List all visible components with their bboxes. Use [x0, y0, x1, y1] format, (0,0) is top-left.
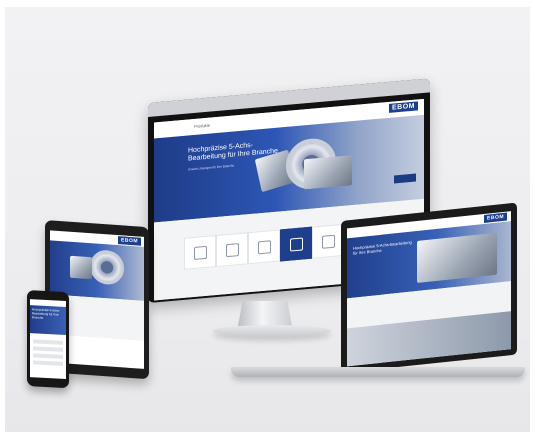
tile-machine[interactable]	[280, 226, 312, 262]
list-item[interactable]	[33, 346, 63, 352]
monitor-stand-foot	[213, 325, 331, 337]
list-item[interactable]	[33, 360, 63, 366]
tile-medical[interactable]	[312, 223, 344, 259]
hero-subtitle: Unsere Lösungen für Ihre Branche	[188, 163, 235, 172]
product-mockup-scene: Produkte EBOM Hochpräzise 5-Achs-Bearbei…	[5, 7, 530, 432]
laptop: EBOM Hochpräzise 5-Achs-Bearbeitung für …	[341, 202, 517, 373]
tile-helmet[interactable]	[248, 229, 280, 265]
site-nav: Produkte	[194, 122, 218, 129]
engine-part-image	[304, 155, 352, 190]
phone-hero: Hochpräzise 5-Achs-Bearbeitung für Ihre …	[30, 305, 66, 336]
phone-content-rows	[33, 339, 63, 369]
car-icon	[226, 243, 239, 258]
tile-aircraft[interactable]	[184, 235, 216, 270]
phone-screen: Hochpräzise 5-Achs-Bearbeitung für Ihre …	[30, 299, 66, 380]
list-item[interactable]	[33, 339, 63, 345]
nav-item[interactable]: Produkte	[194, 123, 210, 129]
tablet-gear-image	[90, 249, 124, 286]
laptop-machine-image	[417, 232, 497, 284]
tablet-site-logo[interactable]: EBOM	[118, 236, 141, 246]
laptop-base	[231, 367, 525, 377]
list-item[interactable]	[33, 353, 63, 359]
tile-car[interactable]	[216, 232, 248, 268]
helmet-icon	[258, 240, 271, 255]
smartphone: Hochpräzise 5-Achs-Bearbeitung für Ihre …	[27, 290, 69, 389]
tablet-part-image	[70, 255, 92, 280]
medical-icon	[322, 234, 335, 249]
machine-icon	[290, 237, 303, 252]
laptop-screen: EBOM Hochpräzise 5-Achs-Bearbeitung für …	[347, 211, 511, 367]
site-logo[interactable]: EBOM	[389, 101, 418, 113]
aircraft-icon	[194, 245, 207, 260]
phone-hero-title: Hochpräzise 5-Achs-Bearbeitung für Ihre …	[32, 307, 60, 320]
laptop-hero-title: Hochpräzise 5-Achs-Bearbeitung für Ihre …	[353, 239, 412, 256]
hero-cta-button[interactable]	[394, 173, 416, 184]
